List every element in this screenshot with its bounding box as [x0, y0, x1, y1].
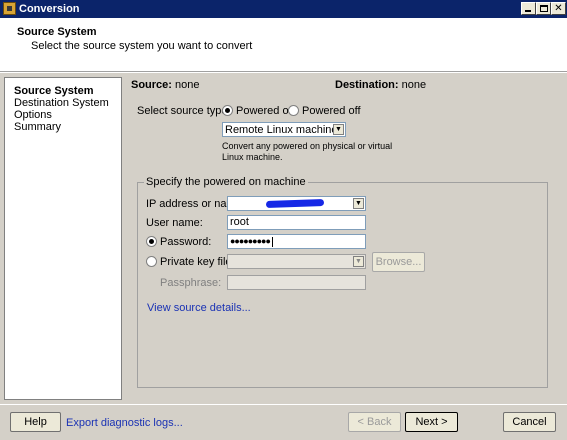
powered-on-radio[interactable]	[222, 105, 233, 116]
chevron-down-icon: ▼	[353, 198, 364, 209]
user-name-label: User name:	[146, 217, 203, 229]
source-type-description: Convert any powered on physical or virtu…	[222, 141, 402, 163]
minimize-icon	[525, 10, 531, 12]
password-radio[interactable]	[146, 236, 157, 247]
wizard-footer: Help Export diagnostic logs... < Back Ne…	[0, 404, 567, 440]
title-bar: Conversion ✕	[0, 0, 567, 18]
chevron-down-icon: ▼	[353, 256, 364, 267]
user-name-input[interactable]: root	[227, 215, 366, 230]
next-button[interactable]: Next >	[405, 412, 458, 432]
description-line-1: Convert any powered on physical or virtu…	[222, 141, 393, 151]
password-input[interactable]: ●●●●●●●●●	[227, 234, 366, 249]
redaction-scribble	[265, 198, 325, 209]
maximize-button[interactable]	[536, 2, 551, 15]
powered-off-radio[interactable]	[288, 105, 299, 116]
wizard-nav: Source System Destination System Options…	[4, 77, 122, 400]
source-summary: Source: none	[131, 79, 200, 91]
minimize-button[interactable]	[521, 2, 536, 15]
help-button[interactable]: Help	[10, 412, 61, 432]
private-key-radio[interactable]	[146, 256, 157, 267]
browse-button[interactable]: Browse...	[372, 252, 425, 272]
machine-type-select[interactable]: Remote Linux machine ▼	[222, 122, 346, 137]
source-type-label: Select source type:	[137, 105, 231, 117]
cancel-button[interactable]: Cancel	[503, 412, 556, 432]
close-icon: ✕	[554, 3, 563, 14]
powered-on-label[interactable]: Powered on	[236, 105, 295, 117]
password-value: ●●●●●●●●●	[230, 236, 271, 246]
content-panel: Source: none Destination: none Select so…	[124, 73, 567, 404]
nav-item-options[interactable]: Options	[14, 109, 52, 121]
back-button[interactable]: < Back	[348, 412, 401, 432]
destination-summary-label: Destination:	[335, 79, 399, 91]
private-key-select[interactable]: ▼	[227, 254, 366, 269]
passphrase-label: Passphrase:	[160, 277, 222, 289]
app-icon	[3, 2, 16, 15]
text-caret	[272, 237, 273, 247]
maximize-icon	[540, 5, 548, 12]
destination-summary: Destination: none	[335, 79, 426, 91]
machine-type-value: Remote Linux machine	[225, 124, 338, 136]
group-title: Specify the powered on machine	[144, 176, 308, 188]
ip-address-select[interactable]: ▼	[227, 196, 366, 211]
destination-summary-value: none	[401, 79, 427, 91]
wizard-body: Source System Destination System Options…	[0, 73, 567, 404]
password-label[interactable]: Password:	[160, 236, 211, 248]
export-diagnostic-logs-link[interactable]: Export diagnostic logs...	[66, 417, 183, 429]
page-subtitle: Select the source system you want to con…	[31, 40, 253, 52]
passphrase-input[interactable]	[227, 275, 366, 290]
nav-item-destination-system[interactable]: Destination System	[14, 97, 109, 109]
page-title: Source System	[17, 26, 97, 38]
wizard-header: Source System Select the source system y…	[0, 18, 567, 72]
description-line-2: Linux machine.	[222, 152, 283, 162]
powered-off-label[interactable]: Powered off	[302, 105, 361, 117]
nav-item-source-system[interactable]: Source System	[14, 85, 93, 97]
window-title: Conversion	[19, 3, 80, 15]
close-button[interactable]: ✕	[551, 2, 566, 15]
view-source-details-link[interactable]: View source details...	[147, 302, 251, 314]
source-summary-label: Source:	[131, 79, 172, 91]
nav-item-summary[interactable]: Summary	[14, 121, 61, 133]
powered-on-machine-group: Specify the powered on machine IP addres…	[137, 176, 548, 388]
chevron-down-icon: ▼	[333, 124, 344, 135]
private-key-label[interactable]: Private key file:	[160, 256, 235, 268]
source-summary-value: none	[175, 79, 200, 91]
